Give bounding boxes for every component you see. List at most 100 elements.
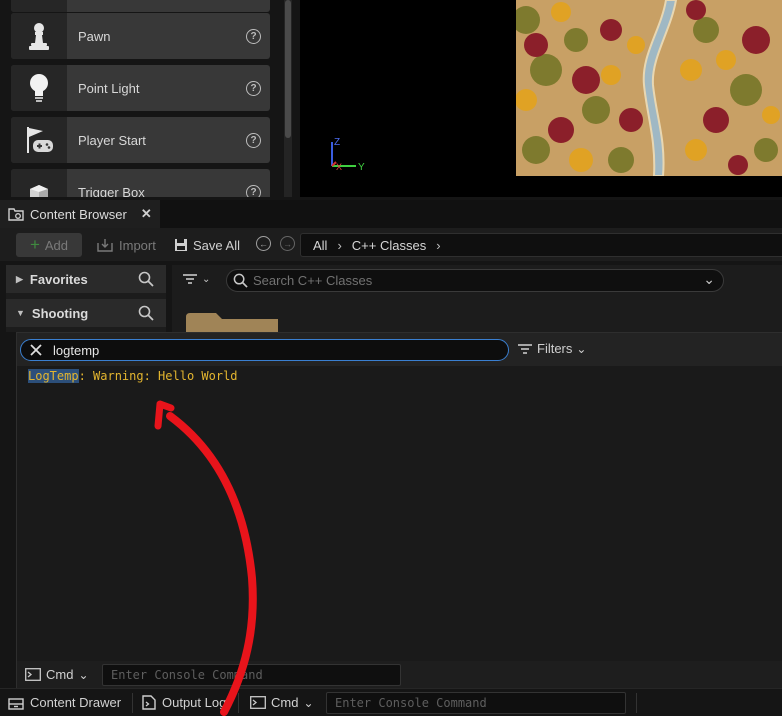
- search-icon: [233, 273, 248, 288]
- output-log-header: logtemp Filters ⌄: [17, 333, 782, 366]
- axis-x-label: X: [336, 162, 342, 172]
- level-map-image: [516, 0, 782, 176]
- import-icon: [97, 239, 113, 252]
- cmd-label: Cmd: [271, 695, 299, 710]
- axis-gizmo-icon: Z X Y: [331, 137, 365, 173]
- tab-content-browser[interactable]: Content Browser ✕: [0, 200, 160, 228]
- console-command-input[interactable]: Enter Console Command: [326, 692, 626, 714]
- lightbulb-icon: [11, 65, 67, 111]
- terminal-icon: [250, 696, 266, 709]
- pawn-icon: [11, 13, 67, 59]
- chevron-down-icon: ⌄: [78, 667, 89, 682]
- status-bar: Content Drawer Output Log Cmd ⌄ Enter Co…: [0, 688, 782, 716]
- section-label: Favorites: [29, 271, 88, 287]
- log-entry[interactable]: LogTemp: Warning: Hello World: [28, 369, 238, 383]
- actor-label: Pawn: [78, 28, 111, 44]
- search-input[interactable]: Search C++ Classes ⌄: [226, 269, 724, 292]
- back-arrow-icon[interactable]: ←: [256, 236, 271, 251]
- content-browser-icon: [8, 208, 24, 221]
- log-filter-input[interactable]: logtemp: [20, 339, 509, 361]
- save-all-button[interactable]: Save All: [174, 233, 240, 257]
- close-icon[interactable]: ✕: [141, 206, 152, 222]
- breadcrumb-item[interactable]: C++ Classes: [352, 238, 426, 253]
- cube-icon: [11, 169, 67, 197]
- filter-dropdown[interactable]: ⌄: [182, 273, 210, 285]
- import-button[interactable]: Import: [97, 233, 156, 257]
- help-icon[interactable]: ?: [246, 184, 261, 197]
- actor-label: Point Light: [78, 80, 140, 96]
- actor-item-pawn[interactable]: Pawn ?: [11, 13, 270, 59]
- clear-icon[interactable]: [29, 343, 43, 357]
- content-drawer-label: Content Drawer: [30, 695, 122, 710]
- cmd-dropdown[interactable]: Cmd ⌄: [25, 667, 89, 682]
- log-category: LogTemp: [28, 369, 79, 383]
- caret-right-icon: ▶: [16, 273, 23, 284]
- actor-icon: [11, 0, 67, 12]
- scrollbar-thumb[interactable]: [285, 0, 291, 138]
- filters-button[interactable]: Filters ⌄: [517, 341, 586, 356]
- save-all-label: Save All: [193, 237, 240, 253]
- divider: [636, 693, 637, 713]
- cmd-dropdown[interactable]: Cmd ⌄: [250, 695, 314, 710]
- level-viewport[interactable]: Z X Y: [300, 0, 782, 197]
- chevron-right-icon[interactable]: ›: [436, 238, 440, 253]
- console-command-input[interactable]: Enter Console Command: [102, 664, 401, 686]
- console-command-placeholder: Enter Console Command: [111, 668, 263, 682]
- filter-icon: [183, 274, 197, 284]
- divider: [238, 693, 239, 713]
- content-drawer-button[interactable]: Content Drawer: [8, 695, 121, 710]
- search-icon[interactable]: [138, 271, 154, 287]
- caret-down-icon: ▼: [16, 308, 25, 318]
- chevron-down-icon: ⌄: [202, 273, 211, 285]
- output-log-button[interactable]: Output Log: [142, 695, 226, 710]
- breadcrumb: All › C++ Classes ›: [300, 233, 782, 257]
- chevron-down-icon: ⌄: [303, 695, 314, 710]
- search-placeholder: Search C++ Classes: [253, 273, 373, 288]
- divider: [132, 693, 133, 713]
- forward-arrow-icon[interactable]: →: [280, 236, 295, 251]
- content-browser-toolbar: + Add Import Save All ← → All › C++ Clas…: [0, 228, 782, 261]
- help-icon[interactable]: ?: [246, 132, 261, 148]
- log-filter-value: logtemp: [53, 342, 100, 358]
- tab-title: Content Browser: [30, 206, 127, 222]
- output-log-label: Output Log: [162, 695, 227, 710]
- log-console-bar: Cmd ⌄ Enter Console Command: [17, 661, 782, 689]
- search-icon[interactable]: [138, 305, 154, 321]
- import-label: Import: [119, 237, 156, 253]
- console-command-placeholder: Enter Console Command: [335, 696, 487, 710]
- output-log-panel: logtemp Filters ⌄ LogTemp: Warning: Hell…: [16, 332, 782, 689]
- content-browser-tab-bar: Content Browser ✕: [0, 200, 782, 228]
- actor-item-point-light[interactable]: Point Light ?: [11, 65, 270, 111]
- axis-y-label: Y: [358, 162, 365, 173]
- plus-icon: +: [29, 235, 40, 254]
- actor-label: Trigger Box: [78, 184, 145, 198]
- flag-gamepad-icon: [11, 117, 67, 163]
- help-icon[interactable]: ?: [246, 28, 261, 44]
- actor-label: Player Start: [78, 132, 146, 148]
- section-favorites[interactable]: ▶ Favorites: [6, 265, 166, 293]
- filters-label: Filters: [537, 341, 573, 356]
- add-button[interactable]: + Add: [16, 233, 82, 257]
- filter-icon: [518, 343, 532, 354]
- section-shooting[interactable]: ▼ Shooting: [6, 299, 166, 327]
- folder-icon[interactable]: [186, 313, 278, 332]
- actor-item-trigger-box[interactable]: Trigger Box ?: [11, 169, 270, 197]
- place-actors-panel: Pawn ? Point Light ? Player Start ? Trig…: [0, 0, 300, 197]
- terminal-icon: [25, 668, 41, 681]
- actor-item[interactable]: [11, 0, 270, 12]
- add-label: Add: [44, 237, 69, 253]
- help-icon[interactable]: ?: [246, 80, 261, 96]
- log-body: LogTemp: Warning: Hello World: [17, 366, 782, 661]
- asset-view: ⌄ Search C++ Classes ⌄: [172, 265, 782, 332]
- breadcrumb-item[interactable]: All: [313, 238, 327, 253]
- actor-item-player-start[interactable]: Player Start ?: [11, 117, 270, 163]
- section-label: Shooting: [31, 305, 89, 321]
- chevron-down-icon: ⌄: [576, 341, 587, 356]
- save-icon: [175, 239, 187, 251]
- log-message: : Warning: Hello World: [78, 369, 238, 383]
- axis-z-label: Z: [334, 137, 340, 148]
- chevron-right-icon[interactable]: ›: [337, 238, 341, 253]
- output-log-icon: [142, 695, 156, 710]
- chevron-down-icon[interactable]: ⌄: [703, 271, 715, 288]
- cmd-label: Cmd: [46, 667, 74, 682]
